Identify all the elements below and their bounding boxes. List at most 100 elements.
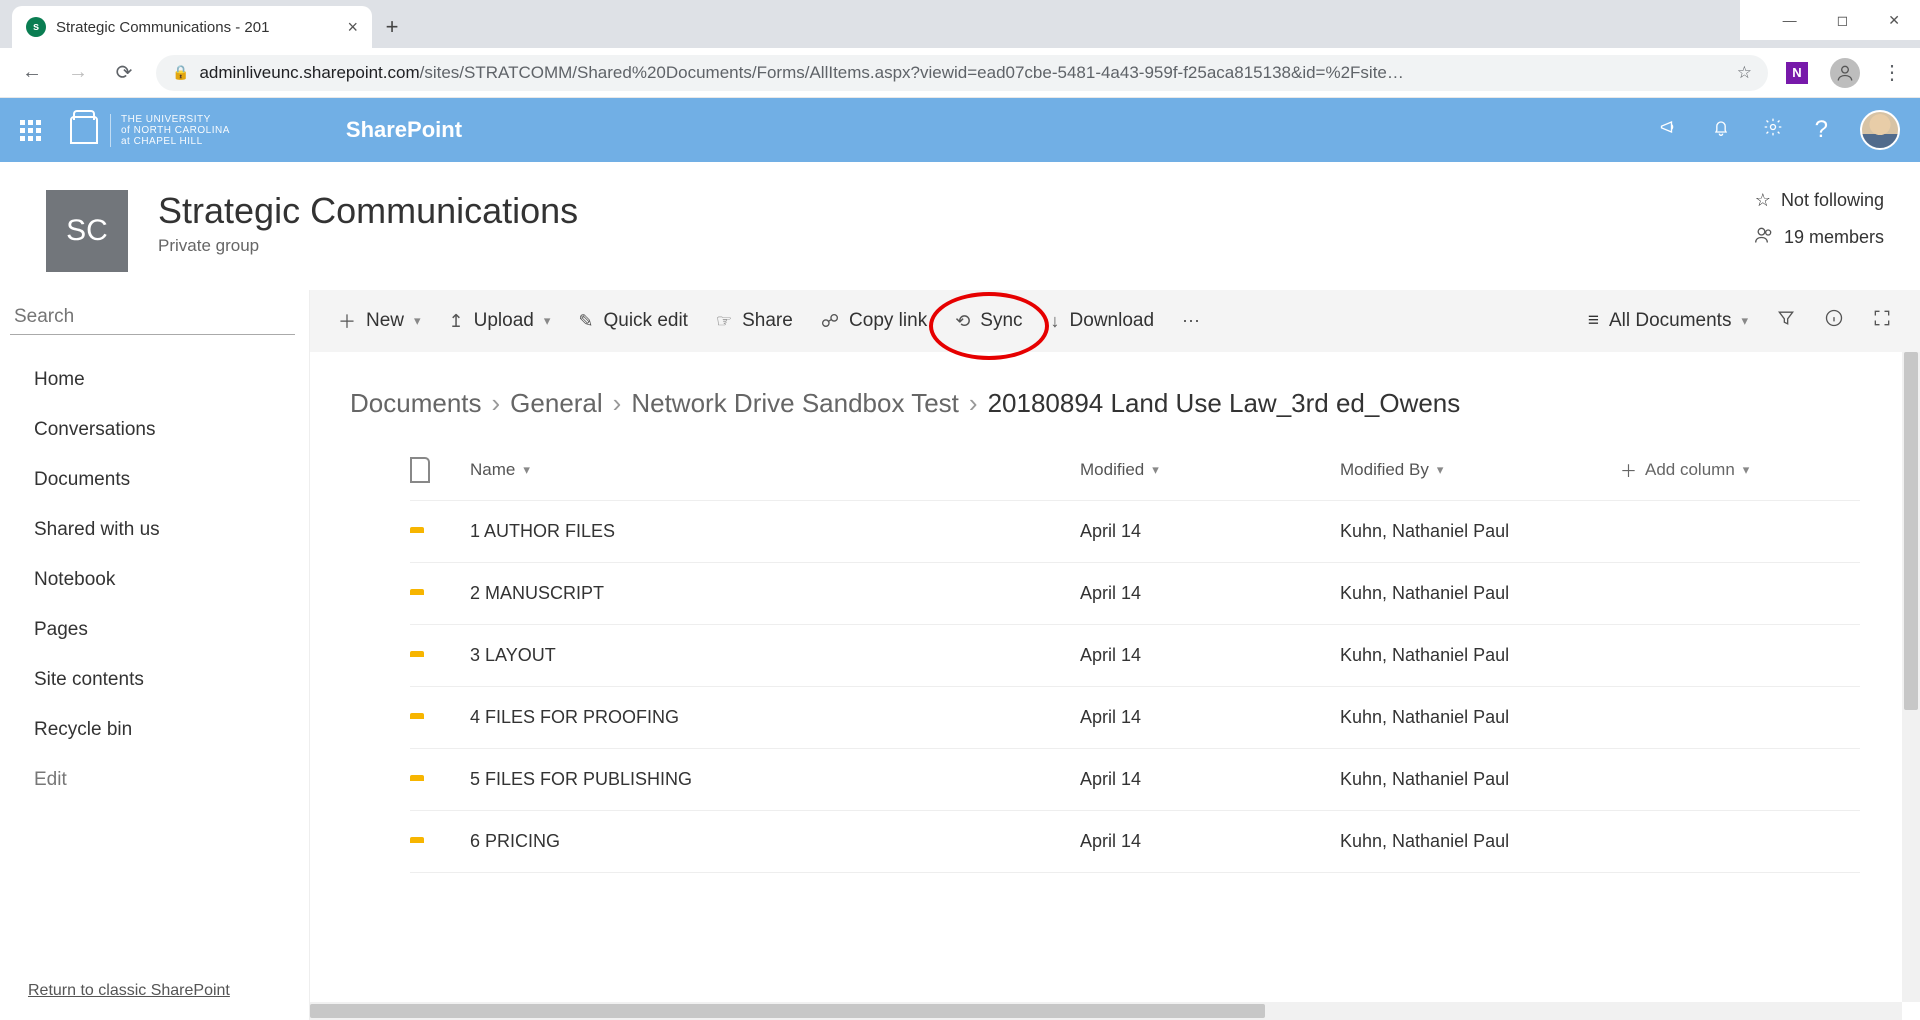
window-minimize-icon[interactable]: — <box>1783 12 1797 28</box>
sync-icon: ⟲ <box>955 311 970 332</box>
chrome-menu-icon[interactable]: ⋮ <box>1882 60 1902 85</box>
user-avatar[interactable] <box>1860 110 1900 150</box>
row-modified: April 14 <box>1080 831 1340 852</box>
row-modified-by: Kuhn, Nathaniel Paul <box>1340 521 1620 542</box>
add-column-button[interactable]: ＋Add column▾ <box>1620 457 1860 482</box>
browser-address-bar: ← → ⟳ 🔒 adminliveunc.sharepoint.com/site… <box>0 48 1920 98</box>
share-icon: ☞ <box>716 311 732 332</box>
megaphone-icon[interactable] <box>1659 117 1679 143</box>
new-tab-button[interactable]: + <box>372 6 412 48</box>
row-name[interactable]: 4 FILES FOR PROOFING <box>470 707 1080 728</box>
nav-item[interactable]: Home <box>34 355 309 405</box>
return-classic-link[interactable]: Return to classic SharePoint <box>0 964 309 1020</box>
chevron-down-icon: ▾ <box>544 313 551 329</box>
reload-button[interactable]: ⟳ <box>110 60 138 85</box>
list-icon: ≡ <box>1588 310 1599 332</box>
app-name[interactable]: SharePoint <box>346 117 462 143</box>
search-box[interactable] <box>10 300 295 335</box>
new-button[interactable]: ＋New▾ <box>338 308 421 334</box>
row-modified: April 14 <box>1080 769 1340 790</box>
table-row[interactable]: 2 MANUSCRIPT April 14 Kuhn, Nathaniel Pa… <box>410 563 1860 625</box>
col-type[interactable] <box>410 457 470 483</box>
bookmark-star-icon[interactable]: ☆ <box>1737 63 1752 83</box>
members-link[interactable]: 19 members <box>1754 225 1884 250</box>
view-selector[interactable]: ≡ All Documents ▾ <box>1588 310 1748 332</box>
table-row[interactable]: 5 FILES FOR PUBLISHING April 14 Kuhn, Na… <box>410 749 1860 811</box>
sharepoint-favicon-icon: s <box>26 17 46 37</box>
row-modified-by: Kuhn, Nathaniel Paul <box>1340 769 1620 790</box>
row-name[interactable]: 1 AUTHOR FILES <box>470 521 1080 542</box>
nav-edit-link[interactable]: Edit <box>34 755 309 805</box>
window-close-icon[interactable]: ✕ <box>1888 12 1900 29</box>
notifications-icon[interactable] <box>1711 117 1731 143</box>
o365-suite-bar: THE UNIVERSITY of NORTH CAROLINA at CHAP… <box>0 98 1920 162</box>
forward-button[interactable]: → <box>64 61 92 84</box>
nav-item[interactable]: Pages <box>34 605 309 655</box>
chevron-right-icon: › <box>492 388 501 419</box>
follow-button[interactable]: ☆Not following <box>1754 190 1884 211</box>
breadcrumb-item[interactable]: Documents <box>350 388 482 419</box>
download-button[interactable]: ↓Download <box>1051 310 1155 332</box>
breadcrumb: Documents›General›Network Drive Sandbox … <box>310 352 1920 439</box>
share-button[interactable]: ☞Share <box>716 310 793 332</box>
tab-close-icon[interactable]: × <box>347 17 358 38</box>
nav-item[interactable]: Site contents <box>34 655 309 705</box>
help-icon[interactable]: ? <box>1815 116 1828 144</box>
fullscreen-icon[interactable] <box>1872 308 1892 334</box>
sync-button[interactable]: ⟲Sync <box>955 310 1022 332</box>
horizontal-scrollbar[interactable] <box>310 1002 1902 1020</box>
row-name[interactable]: 3 LAYOUT <box>470 645 1080 666</box>
onenote-extension-icon[interactable]: N <box>1786 62 1808 84</box>
nav-item[interactable]: Recycle bin <box>34 705 309 755</box>
command-bar: ＋New▾ ↥Upload▾ ✎Quick edit ☞Share ☍Copy … <box>310 290 1920 352</box>
nav-item[interactable]: Notebook <box>34 555 309 605</box>
url-text: adminliveunc.sharepoint.com/sites/STRATC… <box>199 63 1726 83</box>
browser-tab-active[interactable]: s Strategic Communications - 201 × <box>12 6 372 48</box>
col-name[interactable]: Name▾ <box>470 460 1080 480</box>
row-name[interactable]: 6 PRICING <box>470 831 1080 852</box>
row-name[interactable]: 2 MANUSCRIPT <box>470 583 1080 604</box>
site-subtitle: Private group <box>158 236 578 256</box>
col-modified-by[interactable]: Modified By▾ <box>1340 460 1620 480</box>
star-icon: ☆ <box>1755 190 1771 211</box>
site-logo[interactable]: SC <box>46 190 128 272</box>
left-navigation: HomeConversationsDocumentsShared with us… <box>0 290 310 1020</box>
search-input[interactable] <box>10 300 295 334</box>
quick-edit-button[interactable]: ✎Quick edit <box>578 310 688 332</box>
old-well-icon <box>70 116 98 144</box>
window-maximize-icon[interactable]: ◻ <box>1837 12 1849 29</box>
info-pane-icon[interactable] <box>1824 308 1844 334</box>
table-row[interactable]: 4 FILES FOR PROOFING April 14 Kuhn, Nath… <box>410 687 1860 749</box>
site-title[interactable]: Strategic Communications <box>158 190 578 232</box>
copy-link-button[interactable]: ☍Copy link <box>821 310 927 332</box>
col-modified[interactable]: Modified▾ <box>1080 460 1340 480</box>
nav-item[interactable]: Conversations <box>34 405 309 455</box>
browser-tab-strip: s Strategic Communications - 201 × + <box>0 0 1740 48</box>
omnibox[interactable]: 🔒 adminliveunc.sharepoint.com/sites/STRA… <box>156 55 1768 91</box>
breadcrumb-item[interactable]: 20180894 Land Use Law_3rd ed_Owens <box>988 388 1461 419</box>
chrome-account-icon[interactable] <box>1830 58 1860 88</box>
settings-gear-icon[interactable] <box>1763 117 1783 143</box>
download-icon: ↓ <box>1051 311 1060 332</box>
breadcrumb-item[interactable]: General <box>510 388 603 419</box>
ellipsis-icon: ⋯ <box>1182 311 1200 332</box>
row-name[interactable]: 5 FILES FOR PUBLISHING <box>470 769 1080 790</box>
breadcrumb-item[interactable]: Network Drive Sandbox Test <box>631 388 959 419</box>
table-row[interactable]: 3 LAYOUT April 14 Kuhn, Nathaniel Paul <box>410 625 1860 687</box>
row-modified-by: Kuhn, Nathaniel Paul <box>1340 707 1620 728</box>
more-actions-button[interactable]: ⋯ <box>1182 311 1200 332</box>
app-launcher-icon[interactable] <box>20 120 44 141</box>
nav-item[interactable]: Documents <box>34 455 309 505</box>
table-row[interactable]: 6 PRICING April 14 Kuhn, Nathaniel Paul <box>410 811 1860 873</box>
org-name: THE UNIVERSITY of NORTH CAROLINA at CHAP… <box>110 114 230 147</box>
plus-icon: ＋ <box>1620 457 1637 482</box>
site-header: SC Strategic Communications Private grou… <box>0 162 1920 290</box>
org-logo[interactable]: THE UNIVERSITY of NORTH CAROLINA at CHAP… <box>70 114 230 147</box>
table-row[interactable]: 1 AUTHOR FILES April 14 Kuhn, Nathaniel … <box>410 501 1860 563</box>
row-modified: April 14 <box>1080 645 1340 666</box>
back-button[interactable]: ← <box>18 61 46 84</box>
vertical-scrollbar[interactable] <box>1902 352 1920 1002</box>
upload-button[interactable]: ↥Upload▾ <box>449 310 551 332</box>
filter-icon[interactable] <box>1776 308 1796 334</box>
nav-item[interactable]: Shared with us <box>34 505 309 555</box>
